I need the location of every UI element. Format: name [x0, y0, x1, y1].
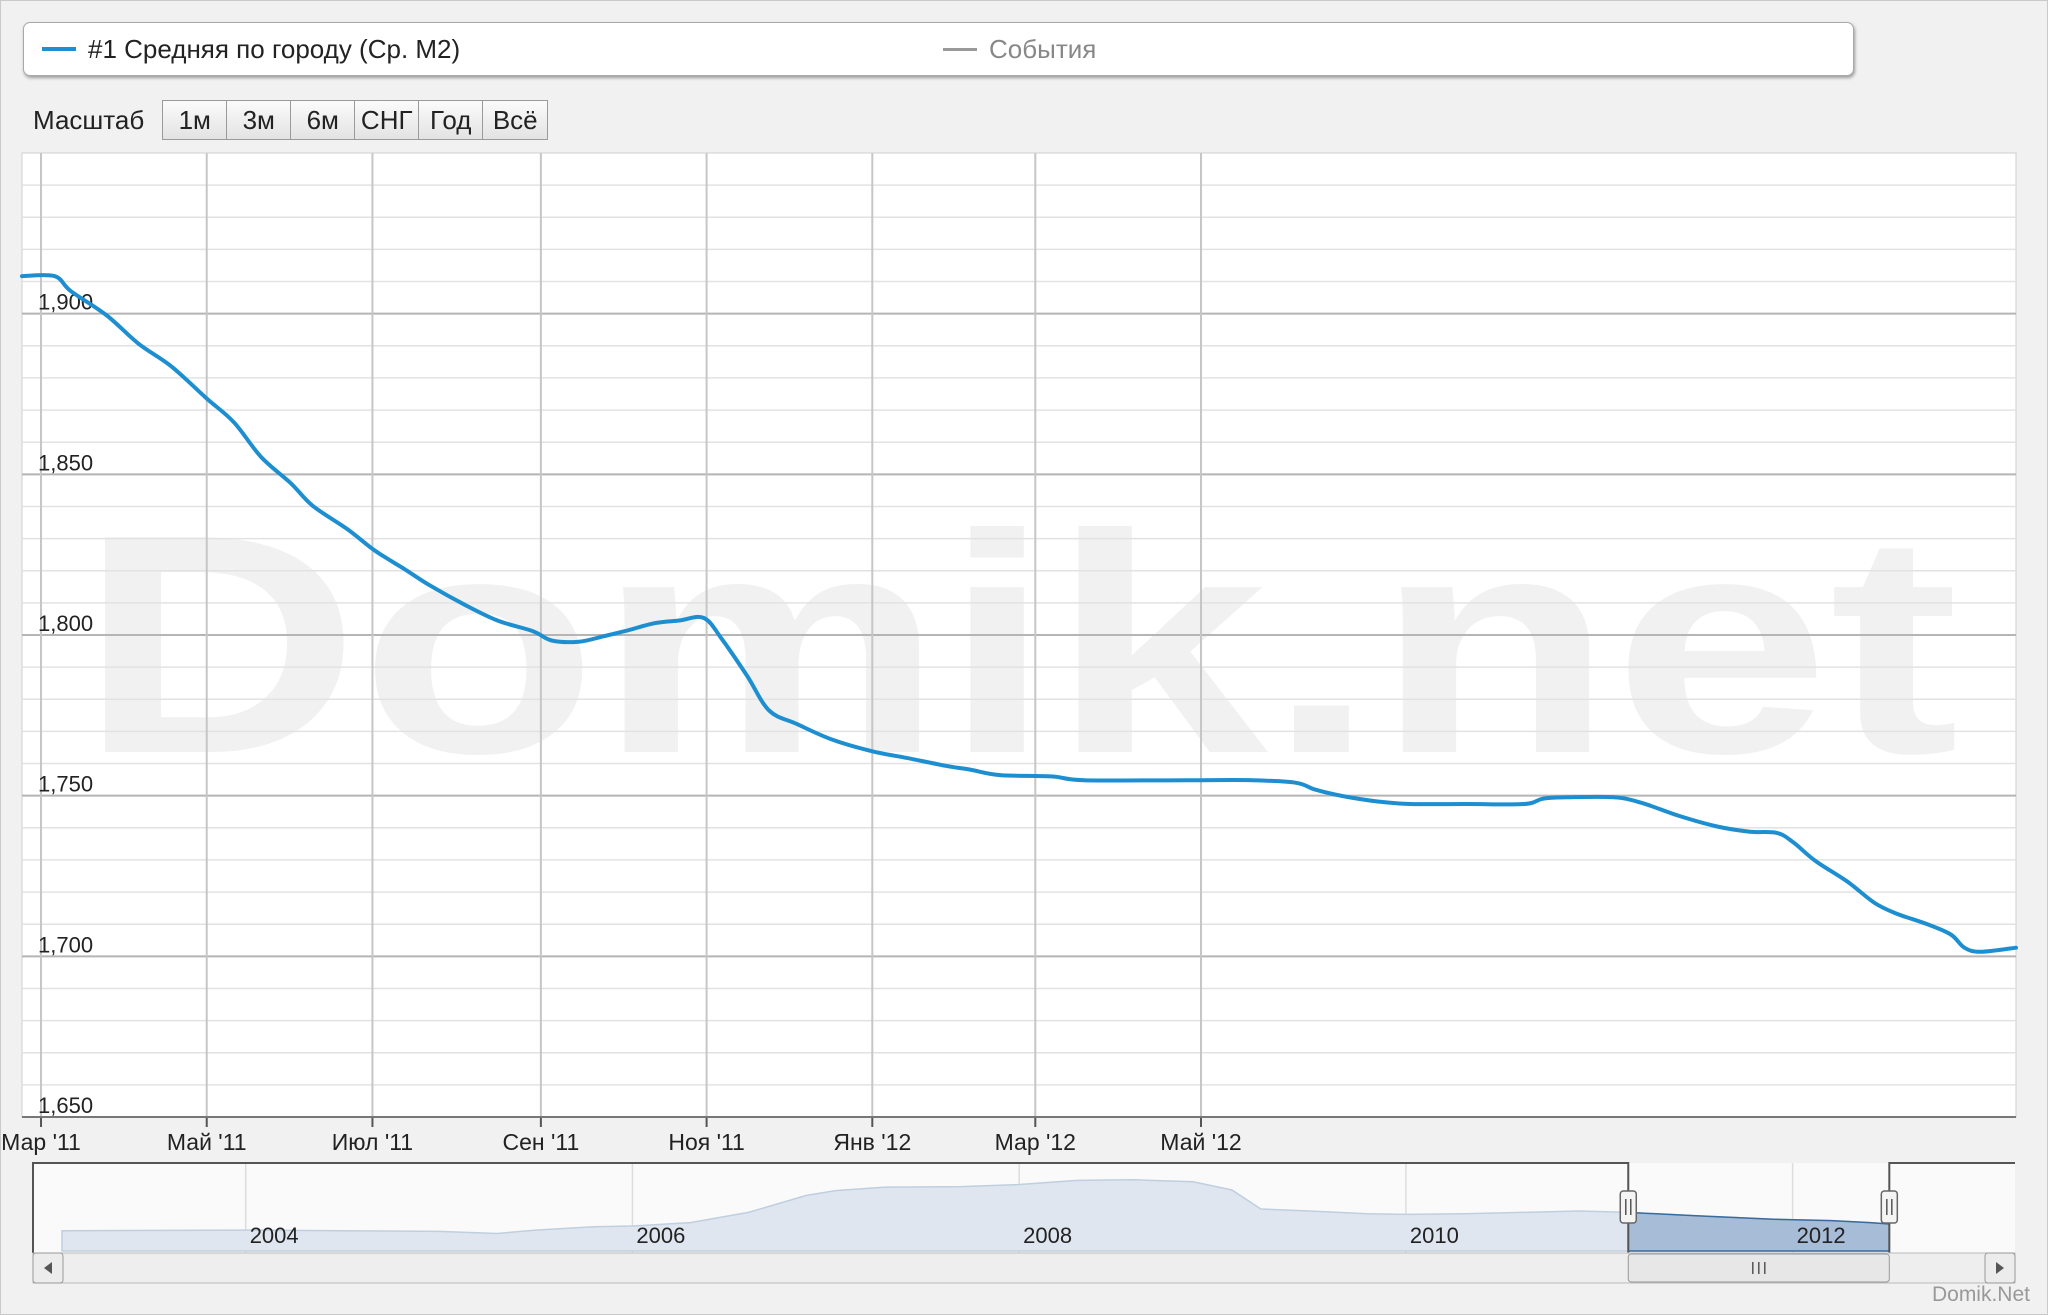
- navigator-tick-label: 2006: [636, 1223, 685, 1248]
- x-tick-label: Июл '11: [332, 1129, 413, 1155]
- x-tick-label: Ноя '11: [668, 1129, 745, 1155]
- zoom-button-6m[interactable]: 6м: [291, 101, 356, 139]
- navigator[interactable]: 2004 2006 2008 2010 2012: [32, 1162, 2015, 1253]
- watermark: Domik.net: [79, 471, 1959, 819]
- events-swatch-icon: [943, 47, 977, 51]
- x-tick-label: Май '11: [167, 1129, 247, 1155]
- legend: #1 Средняя по городу (Ср. М2) События: [23, 22, 1854, 76]
- zoom-button-3m[interactable]: 3м: [227, 101, 292, 139]
- main-chart: Domik.net 1,6501,7001,7501,8001,8501,900…: [1, 152, 2018, 1284]
- y-tick-label: 1,850: [38, 450, 93, 475]
- navigator-tick-label: 2004: [250, 1223, 299, 1248]
- zoom-button-year[interactable]: Год: [419, 101, 484, 139]
- x-tick-label: Мар '12: [995, 1129, 1076, 1155]
- x-axis: Мар '11 Май '11 Июл '11 Сен '11 Ноя '11 Янв '…: [1, 1116, 2016, 1155]
- y-tick-label: 1,700: [38, 932, 93, 957]
- navigator-handle-left[interactable]: [1619, 1190, 1638, 1224]
- navigator-tick-label: 2012: [1797, 1223, 1846, 1248]
- legend-events-label: События: [989, 33, 1097, 64]
- scroll-right-button[interactable]: [1984, 1252, 2016, 1284]
- legend-item-series[interactable]: #1 Средняя по городу (Ср. М2): [42, 23, 460, 75]
- zoom-button-all[interactable]: Всё: [483, 101, 548, 139]
- y-tick-label: 1,750: [38, 772, 93, 797]
- y-tick-label: 1,650: [38, 1093, 93, 1118]
- scroll-left-button[interactable]: [32, 1252, 64, 1284]
- x-tick-label: Сен '11: [502, 1129, 579, 1155]
- x-tick-label: Янв '12: [833, 1129, 911, 1155]
- scrollbar[interactable]: [32, 1252, 2016, 1284]
- navigator-tick-label: 2008: [1023, 1223, 1072, 1248]
- legend-item-events[interactable]: События: [943, 23, 1096, 75]
- zoom-button-1m[interactable]: 1м: [163, 101, 228, 139]
- zoom-buttons: 1м 3м 6м СНГ Год Всё: [162, 100, 549, 140]
- y-tick-label: 1,800: [38, 611, 93, 636]
- series-swatch-icon: [42, 47, 76, 51]
- zoom-selector: Масштаб 1м 3м 6м СНГ Год Всё: [33, 99, 549, 141]
- credit-label: Domik.Net: [1931, 1283, 2030, 1306]
- x-tick-label: Мар '11: [1, 1129, 81, 1155]
- legend-series-label: #1 Средняя по городу (Ср. М2): [88, 33, 461, 64]
- x-tick-label: Май '12: [1160, 1129, 1241, 1155]
- navigator-tick-label: 2010: [1410, 1223, 1459, 1248]
- zoom-button-ytd[interactable]: СНГ: [355, 101, 420, 139]
- zoom-label: Масштаб: [33, 104, 145, 135]
- navigator-handle-right[interactable]: [1880, 1190, 1899, 1224]
